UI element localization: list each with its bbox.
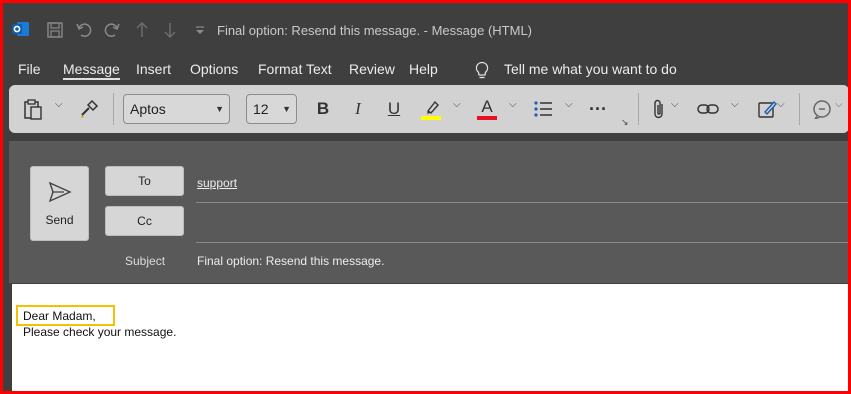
ribbon-separator [638, 93, 639, 125]
save-icon[interactable] [44, 19, 66, 41]
highlight-color-bar [421, 115, 441, 120]
italic-label: I [355, 99, 361, 118]
cc-field[interactable] [197, 216, 837, 234]
link-button[interactable] [695, 96, 721, 122]
to-recipient[interactable]: support [197, 176, 237, 190]
more-label: ··· [589, 98, 607, 119]
signature-button[interactable] [755, 96, 779, 122]
chevron-down-icon[interactable]: ⌵ [835, 99, 843, 110]
to-field-underline [196, 202, 848, 203]
menu-bar: File Message Insert Options Format Text … [3, 55, 848, 83]
outlook-message-window: Final option: Resend this message. - Mes… [0, 0, 851, 394]
paperclip-icon [654, 99, 663, 119]
cc-field-underline [196, 242, 848, 243]
tab-message[interactable]: Message [63, 61, 120, 77]
outlook-icon [12, 22, 29, 36]
underline-label: U [387, 99, 401, 118]
ribbon-toolbar: ⌵ Aptos ▼ 12 ▼ B I U ⌵ A ⌵ ⌵ ··· ↘ ⌵ ⌵ ⌵… [9, 85, 848, 133]
chevron-down-icon[interactable]: ⌵ [453, 99, 461, 110]
up-arrow-icon[interactable] [131, 19, 153, 41]
to-label: To [138, 174, 151, 188]
bold-label: B [316, 99, 330, 118]
customize-quick-access-icon[interactable] [189, 19, 211, 41]
to-button[interactable]: To [105, 166, 184, 196]
ribbon-separator [799, 93, 800, 125]
send-button[interactable]: Send [30, 166, 89, 241]
highlighter-icon [426, 100, 439, 114]
bullet-list-icon [534, 101, 552, 117]
down-arrow-icon[interactable] [159, 19, 181, 41]
chat-icon [813, 100, 831, 119]
tab-help[interactable]: Help [409, 61, 438, 77]
chevron-down-icon[interactable]: ⌵ [671, 99, 679, 110]
font-color-bar [477, 116, 497, 120]
font-size-combo[interactable]: 12 ▼ [246, 94, 297, 124]
font-size-value: 12 [253, 101, 269, 117]
chevron-down-icon[interactable]: ▼ [215, 104, 224, 114]
attach-file-button[interactable] [649, 96, 669, 122]
chevron-down-icon[interactable]: ▼ [282, 104, 291, 114]
clipboard-icon [24, 99, 42, 120]
chevron-down-icon[interactable]: ⌵ [731, 99, 739, 110]
tab-review[interactable]: Review [349, 61, 395, 77]
title-bar: Final option: Resend this message. - Mes… [3, 3, 848, 55]
chevron-down-icon[interactable]: ⌵ [509, 99, 517, 110]
tab-insert[interactable]: Insert [136, 61, 171, 77]
lightbulb-icon[interactable] [474, 61, 490, 81]
paste-button[interactable] [21, 96, 45, 122]
chevron-down-icon[interactable]: ⌵ [55, 99, 63, 110]
compose-header: Send To support Cc Subject Final option:… [9, 141, 848, 283]
italic-button[interactable]: I [346, 96, 370, 122]
highlight-button[interactable] [419, 96, 443, 122]
dialog-launcher-icon[interactable]: ↘ [621, 117, 629, 128]
bold-button[interactable]: B [311, 96, 335, 122]
link-icon [697, 104, 719, 114]
body-greeting: Dear Madam, [23, 309, 96, 323]
body-line: Please check your message. [23, 325, 177, 339]
font-color-letter: A [481, 97, 493, 116]
font-name-combo[interactable]: Aptos ▼ [123, 94, 230, 124]
send-icon [48, 181, 72, 203]
signature-icon [758, 100, 777, 118]
subject-field[interactable]: Final option: Resend this message. [197, 254, 384, 268]
cc-button[interactable]: Cc [105, 206, 184, 236]
underline-button[interactable]: U [382, 96, 406, 122]
more-commands-button[interactable]: ··· [585, 96, 611, 122]
tab-format-text[interactable]: Format Text [258, 61, 332, 77]
font-name-value: Aptos [130, 101, 166, 117]
tab-options[interactable]: Options [190, 61, 238, 77]
subject-label: Subject [125, 254, 166, 268]
message-body[interactable]: Dear Madam, Please check your message. [12, 284, 848, 391]
cc-label: Cc [137, 214, 152, 228]
tab-file[interactable]: File [18, 61, 41, 77]
send-label: Send [45, 213, 74, 227]
ribbon-separator [113, 93, 114, 125]
chevron-down-icon[interactable]: ⌵ [565, 99, 573, 110]
copilot-button[interactable] [809, 96, 835, 122]
active-tab-indicator [63, 78, 120, 80]
undo-icon[interactable] [73, 19, 95, 41]
window-title: Final option: Resend this message. - Mes… [217, 23, 533, 38]
chevron-down-icon[interactable]: ⌵ [777, 99, 785, 110]
format-painter-button[interactable] [77, 96, 101, 122]
brush-icon [81, 99, 99, 118]
font-color-button[interactable]: A [475, 96, 499, 122]
redo-icon[interactable] [101, 19, 123, 41]
bullets-button[interactable] [531, 96, 555, 122]
tell-me-search[interactable]: Tell me what you want to do [504, 61, 677, 77]
